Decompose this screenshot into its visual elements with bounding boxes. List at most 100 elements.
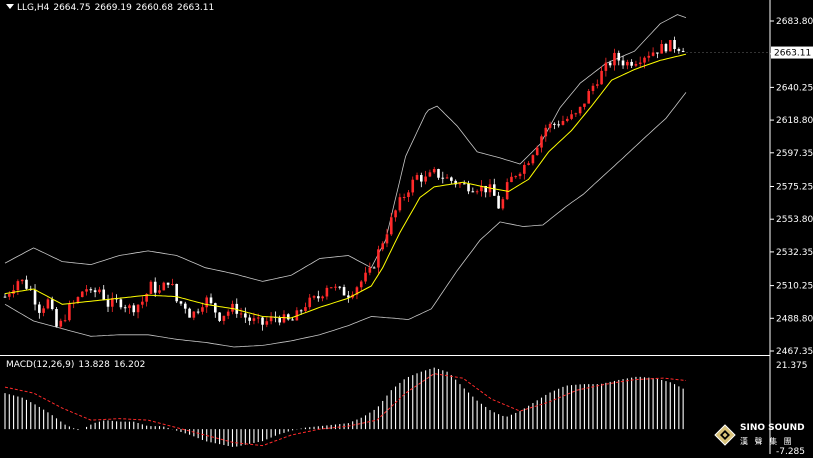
candle-body [3, 296, 7, 298]
candle-body [364, 272, 367, 282]
candle-body [583, 103, 586, 107]
candle-body [437, 169, 440, 178]
candle-body [269, 316, 273, 322]
trading-chart-window[interactable]: 2683.802662.252640.252618.802597.352575.… [0, 0, 813, 457]
candle-body [76, 297, 80, 303]
candle-body [325, 287, 329, 297]
candle-body [514, 176, 518, 178]
candle-body [119, 299, 123, 308]
candle-body [338, 286, 342, 288]
high-value: 2669.19 [94, 3, 132, 13]
candle-body [381, 243, 384, 250]
candle-body [600, 70, 603, 85]
price-tick-label: 2597.35 [776, 149, 813, 159]
candle-body [574, 113, 578, 115]
price-tick-label: 2488.80 [776, 314, 813, 324]
candle-body [312, 296, 316, 298]
price-tick-label: 2510.25 [776, 282, 813, 292]
candle-body [497, 195, 500, 209]
sinosound-watermark: SINO SOUND 漢 聲 集 團 [714, 421, 809, 451]
symbol-header: LLG,H4 2664.75 2669.19 2660.68 2663.11 [6, 3, 218, 13]
candle-body [201, 307, 204, 312]
candle-body [342, 287, 346, 296]
candle-body [660, 44, 663, 54]
candle-body [209, 297, 213, 304]
macd-label: MACD(12,26,9) [6, 360, 75, 370]
candle-body [638, 62, 642, 64]
candle-body [548, 123, 552, 128]
candle-body [261, 317, 264, 325]
candle-body [136, 304, 140, 313]
candle-body [467, 183, 470, 192]
candle-body [407, 192, 410, 198]
candle-body [535, 147, 539, 156]
candle-body [85, 289, 88, 292]
candle-body [304, 307, 307, 311]
candle-body [557, 124, 560, 126]
candle-body [613, 52, 616, 66]
candle-body [188, 308, 191, 318]
candle-body [420, 175, 423, 182]
candle-body [20, 279, 24, 282]
candle-body [458, 183, 462, 185]
candle-body [462, 183, 466, 185]
candle-body [450, 177, 453, 181]
candle-body [16, 281, 20, 291]
brand-subtitle: 漢 聲 集 團 [740, 437, 794, 446]
candle-body [149, 281, 153, 294]
candle-body [308, 297, 312, 308]
candle-body [561, 120, 565, 125]
candle-body [153, 281, 157, 293]
candle-body [231, 303, 234, 312]
candle-body [553, 123, 556, 125]
candle-body [523, 164, 526, 174]
macd-main-value: 13.828 [78, 360, 110, 370]
candle-body [647, 55, 651, 58]
chart-canvas[interactable]: 2683.802662.252640.252618.802597.352575.… [0, 0, 813, 457]
candle-body [317, 296, 320, 299]
candle-body [334, 286, 337, 288]
candle-body [128, 305, 131, 309]
candle-body [587, 90, 591, 104]
candle-body [394, 210, 397, 218]
candle-body [299, 310, 303, 312]
price-tick-label: 2618.80 [776, 116, 813, 126]
candle-body [256, 317, 260, 319]
candle-body [501, 199, 505, 209]
candle-body [372, 267, 376, 269]
candle-body [398, 197, 402, 211]
candle-body [415, 175, 419, 180]
candle-body [291, 319, 294, 321]
candle-body [218, 312, 221, 321]
candle-body [578, 106, 582, 114]
candle-body [252, 318, 256, 321]
candle-body [471, 191, 475, 193]
candle-body [445, 177, 449, 179]
bollinger-upper-line [4, 14, 687, 282]
close-value: 2663.11 [177, 3, 215, 13]
open-value: 2664.75 [53, 3, 91, 13]
candle-body [42, 308, 45, 313]
candle-body [626, 61, 629, 66]
candle-body [621, 60, 625, 66]
candle-body [677, 49, 681, 51]
candle-body [531, 155, 535, 164]
candle-body [475, 191, 479, 193]
candle-body [55, 308, 58, 327]
candle-body [59, 320, 63, 327]
candle-body [196, 311, 200, 313]
candle-body [673, 40, 676, 50]
brand-name: SINO SOUND [740, 423, 805, 433]
price-tick-label: 2640.25 [776, 83, 813, 93]
current-price-label: 2663.11 [774, 49, 811, 59]
price-tick-label: 2683.80 [776, 17, 813, 27]
candle-body [544, 127, 548, 137]
candle-body [132, 305, 136, 313]
candle-body [141, 301, 144, 305]
dropdown-triangle-icon[interactable] [6, 4, 14, 9]
candle-body [359, 281, 363, 288]
price-tick-label: 2467.35 [776, 347, 813, 357]
diamond-logo-icon [714, 424, 736, 446]
candle-body [608, 62, 612, 66]
candle-body [492, 184, 496, 196]
